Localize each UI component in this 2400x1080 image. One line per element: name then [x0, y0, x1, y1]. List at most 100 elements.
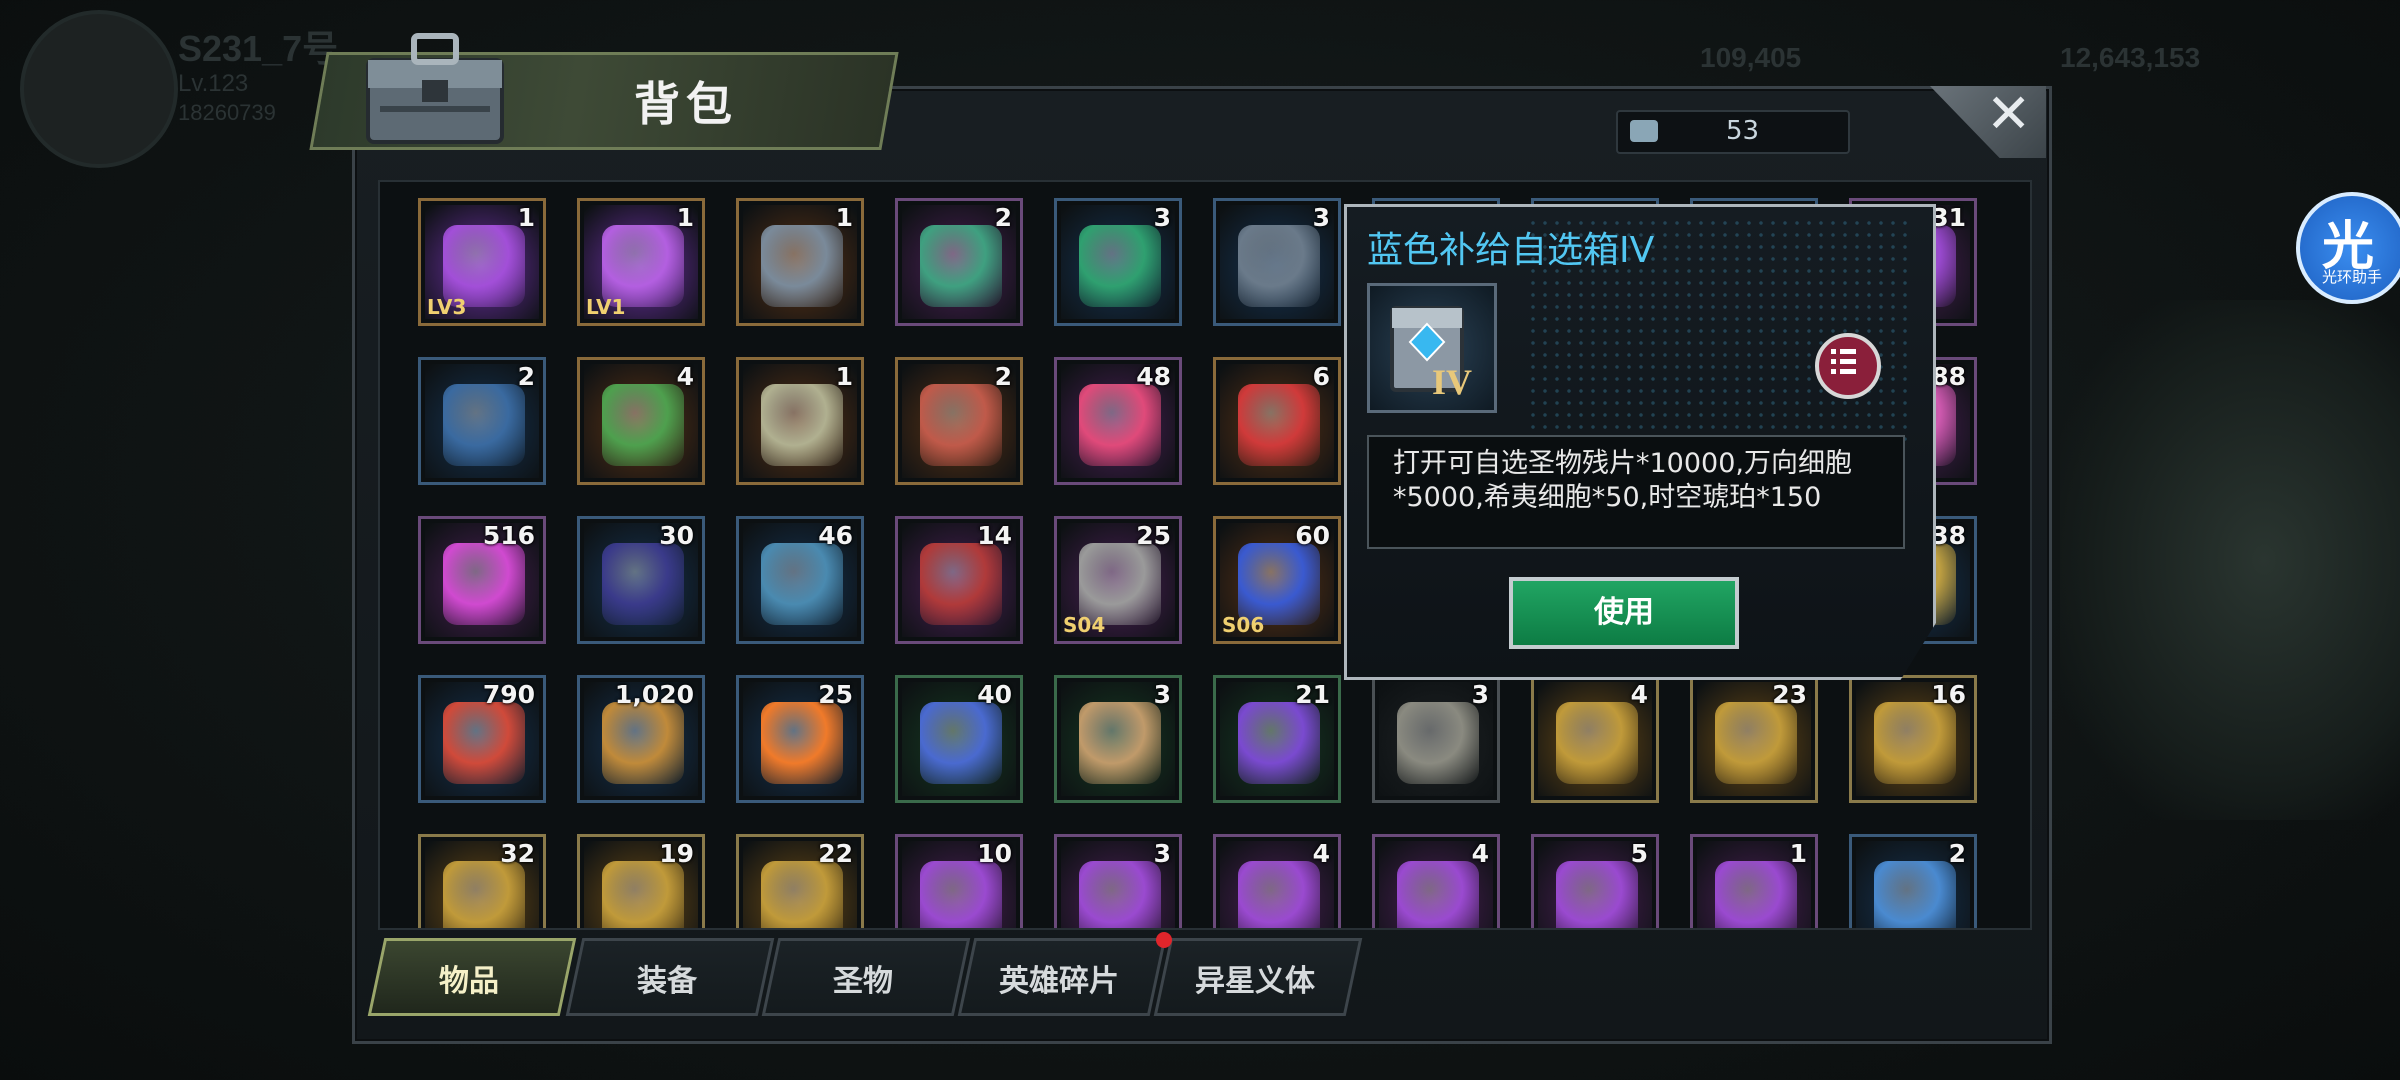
item-quantity: 3	[1153, 680, 1171, 709]
item-icon	[1397, 702, 1479, 784]
item-slot[interactable]: 2	[1849, 834, 1977, 928]
item-slot[interactable]: 16	[1849, 675, 1977, 803]
item-slot[interactable]: 1	[736, 198, 864, 326]
scroll-indicator	[378, 182, 380, 602]
player-level: Lv.123	[178, 70, 249, 97]
item-slot[interactable]: 5	[1531, 834, 1659, 928]
item-quantity: 1,020	[614, 680, 694, 709]
item-icon	[1874, 702, 1956, 784]
item-description: 打开可自选圣物残片*10000,万向细胞*5000,希夷细胞*50,时空琥珀*1…	[1393, 448, 1852, 513]
item-icon	[920, 384, 1002, 466]
tab-label[interactable]: 异星义体	[1162, 956, 1348, 1000]
item-slot[interactable]: 2	[895, 357, 1023, 485]
item-icon	[761, 384, 843, 466]
item-quantity: 1	[835, 203, 853, 232]
item-icon	[602, 384, 684, 466]
item-icon	[1715, 702, 1797, 784]
item-icon	[1556, 861, 1638, 928]
list-glyph-icon	[1831, 349, 1856, 374]
item-description-box: 打开可自选圣物残片*10000,万向细胞*5000,希夷细胞*50,时空琥珀*1…	[1367, 435, 1905, 549]
chest-icon	[366, 33, 504, 144]
item-quantity: 38	[1931, 521, 1966, 550]
item-slot[interactable]: 516	[418, 516, 546, 644]
item-quantity: 3	[1153, 839, 1171, 868]
item-slot[interactable]: 790	[418, 675, 546, 803]
item-slot[interactable]: 4	[577, 357, 705, 485]
item-icon	[761, 225, 843, 307]
item-quantity: 4	[1312, 839, 1330, 868]
item-icon	[1397, 861, 1479, 928]
item-quantity: 2	[994, 203, 1012, 232]
item-quantity: 4	[1630, 680, 1648, 709]
item-slot[interactable]: 1 LV3	[418, 198, 546, 326]
item-quantity: 40	[977, 680, 1012, 709]
item-slot[interactable]: 23	[1690, 675, 1818, 803]
item-icon	[1238, 861, 1320, 928]
tab-label[interactable]: 英雄碎片	[966, 956, 1152, 1000]
item-quantity: 14	[977, 521, 1012, 550]
item-slot[interactable]: 4	[1372, 834, 1500, 928]
item-slot[interactable]: 3	[1054, 675, 1182, 803]
capacity-value: 53	[1726, 116, 1760, 146]
item-icon	[920, 861, 1002, 928]
item-slot[interactable]: 48	[1054, 357, 1182, 485]
assistant-floating-button[interactable]: 光 光环助手	[2296, 192, 2400, 304]
item-slot[interactable]: 25	[736, 675, 864, 803]
item-detail-popup: 蓝色补给自选箱IV IV 打开可自选圣物残片*10000,万向细胞*5000,希…	[1344, 204, 1936, 680]
item-slot[interactable]: 10	[895, 834, 1023, 928]
item-tag: S06	[1222, 613, 1265, 637]
item-quantity: 3	[1312, 203, 1330, 232]
item-slot[interactable]: 32	[418, 834, 546, 928]
resource-count-1: 109,405	[1700, 42, 1802, 73]
item-icon	[1874, 861, 1956, 928]
close-icon[interactable]: ✕	[1986, 82, 2031, 145]
item-quantity: 88	[1931, 362, 1966, 391]
backpack-capacity-icon	[1630, 120, 1658, 142]
item-slot[interactable]: 1 LV1	[577, 198, 705, 326]
item-slot[interactable]: 1,020	[577, 675, 705, 803]
item-icon	[1238, 702, 1320, 784]
item-quantity: 2	[1948, 839, 1966, 868]
background-scene	[2060, 300, 2400, 820]
item-slot[interactable]: 1	[736, 357, 864, 485]
item-slot[interactable]: 4	[1213, 834, 1341, 928]
item-slot[interactable]: 3	[1054, 834, 1182, 928]
item-slot[interactable]: 3	[1054, 198, 1182, 326]
item-slot[interactable]: 25 S04	[1054, 516, 1182, 644]
capacity-display: 53	[1616, 110, 1850, 154]
item-slot[interactable]: 19	[577, 834, 705, 928]
item-slot[interactable]: 46	[736, 516, 864, 644]
item-slot[interactable]: 1	[1690, 834, 1818, 928]
item-icon	[443, 861, 525, 928]
item-slot[interactable]: 21	[1213, 675, 1341, 803]
player-avatar	[20, 10, 178, 168]
item-icon	[1238, 384, 1320, 466]
svg-text:IV: IV	[1432, 362, 1472, 402]
item-slot[interactable]: 3	[1213, 198, 1341, 326]
item-icon	[761, 543, 843, 625]
tab-label[interactable]: 圣物	[770, 956, 956, 1000]
player-name: S231_7号	[178, 28, 339, 69]
item-slot[interactable]: 60 S06	[1213, 516, 1341, 644]
tab-label[interactable]: 物品	[376, 956, 562, 1000]
item-icon	[443, 543, 525, 625]
item-quantity: 1	[517, 203, 535, 232]
item-icon	[602, 861, 684, 928]
item-icon	[920, 225, 1002, 307]
item-slot[interactable]: 2	[895, 198, 1023, 326]
item-slot[interactable]: 2	[418, 357, 546, 485]
item-icon	[1079, 702, 1161, 784]
item-slot[interactable]: 22	[736, 834, 864, 928]
item-slot[interactable]: 30	[577, 516, 705, 644]
item-icon	[602, 702, 684, 784]
assistant-label: 光环助手	[2321, 268, 2382, 286]
item-slot[interactable]: 40	[895, 675, 1023, 803]
item-slot[interactable]: 14	[895, 516, 1023, 644]
list-icon[interactable]	[1815, 333, 1881, 399]
item-slot[interactable]: 6	[1213, 357, 1341, 485]
tab-label[interactable]: 装备	[574, 956, 760, 1000]
item-quantity: 19	[659, 839, 694, 868]
item-slot[interactable]: 3	[1372, 675, 1500, 803]
item-slot[interactable]: 4	[1531, 675, 1659, 803]
use-button[interactable]: 使用	[1509, 577, 1739, 649]
